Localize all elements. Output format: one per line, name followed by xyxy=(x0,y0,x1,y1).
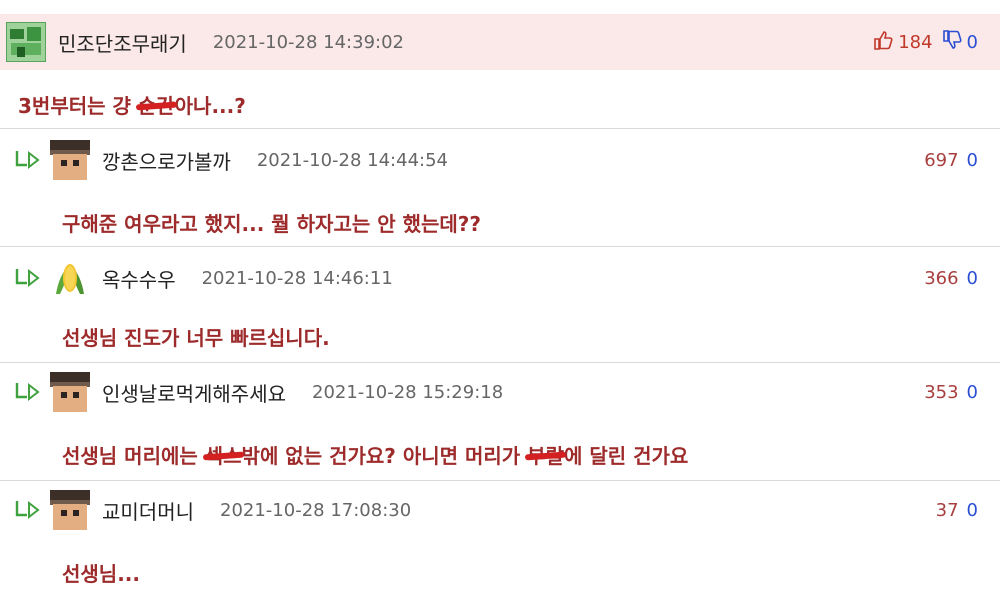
thumbs-down-icon[interactable] xyxy=(941,29,963,56)
reply-arrow-icon xyxy=(14,267,46,289)
vote-box: 184 0 xyxy=(872,29,978,56)
vote-box: 353 0 xyxy=(924,382,978,403)
upvote-count: 184 xyxy=(898,31,933,53)
nickname[interactable]: 깡촌으로가볼까 xyxy=(102,146,231,175)
divider xyxy=(0,128,1000,129)
vote-box: 37 0 xyxy=(936,500,978,521)
downvote-count: 0 xyxy=(966,381,978,403)
avatar[interactable] xyxy=(50,372,90,412)
reply-text: 선생님 머리에는 섹스밖에 없는 건가요? 아니면 머리가 부랄에 달린 건가요 xyxy=(62,440,688,469)
vote-box: 697 0 xyxy=(924,150,978,171)
redaction-mark: 부랄 xyxy=(527,440,564,469)
upvote-count: 366 xyxy=(924,267,959,289)
nickname[interactable]: 인생날로먹게해주세요 xyxy=(102,378,286,407)
avatar[interactable] xyxy=(6,22,46,62)
comment-text: 3번부터는 걍 순간아나...? xyxy=(18,90,246,119)
timestamp: 2021-10-28 15:29:18 xyxy=(312,381,504,403)
downvote-count: 0 xyxy=(966,267,978,289)
timestamp: 2021-10-28 14:46:11 xyxy=(201,267,393,289)
main-comment-header: 민조단조무래기 2021-10-28 14:39:02 184 0 xyxy=(0,14,1000,70)
nickname[interactable]: 옥수수우 xyxy=(102,264,176,293)
divider xyxy=(0,480,1000,481)
reply-header: 깡촌으로가볼까 2021-10-28 14:44:54 697 0 xyxy=(0,138,1000,182)
reply-arrow-icon xyxy=(14,149,46,171)
timestamp: 2021-10-28 14:39:02 xyxy=(212,31,404,53)
thumbs-up-icon[interactable] xyxy=(872,29,894,56)
downvote-count: 0 xyxy=(966,499,978,521)
downvote-count: 0 xyxy=(966,31,978,53)
reply-header: 옥수수우 2021-10-28 14:46:11 366 0 xyxy=(0,256,1000,300)
reply-arrow-icon xyxy=(14,499,46,521)
timestamp: 2021-10-28 17:08:30 xyxy=(220,499,412,521)
downvote-count: 0 xyxy=(966,149,978,171)
reply-text: 선생님... xyxy=(62,562,140,586)
redaction-mark: 순간 xyxy=(138,90,175,119)
nickname[interactable]: 민조단조무래기 xyxy=(58,28,187,57)
upvote-count: 353 xyxy=(924,381,959,403)
timestamp: 2021-10-28 14:44:54 xyxy=(256,149,448,171)
vote-box: 366 0 xyxy=(924,268,978,289)
reply-header: 인생날로먹게해주세요 2021-10-28 15:29:18 353 0 xyxy=(0,370,1000,414)
avatar[interactable] xyxy=(50,490,90,530)
avatar[interactable] xyxy=(50,140,90,180)
reply-header: 교미더머니 2021-10-28 17:08:30 37 0 xyxy=(0,488,1000,532)
reply-text: 선생님 진도가 너무 빠르십니다. xyxy=(62,326,330,350)
divider xyxy=(0,246,1000,247)
nickname[interactable]: 교미더머니 xyxy=(102,496,194,525)
upvote-count: 37 xyxy=(935,499,959,521)
reply-text: 구해준 여우라고 했지... 뭘 하자고는 안 했는데?? xyxy=(62,212,481,236)
reply-arrow-icon xyxy=(14,381,46,403)
divider xyxy=(0,362,1000,363)
corn-avatar-icon[interactable] xyxy=(50,258,90,298)
redaction-mark: 섹스 xyxy=(205,440,242,469)
upvote-count: 697 xyxy=(924,149,959,171)
